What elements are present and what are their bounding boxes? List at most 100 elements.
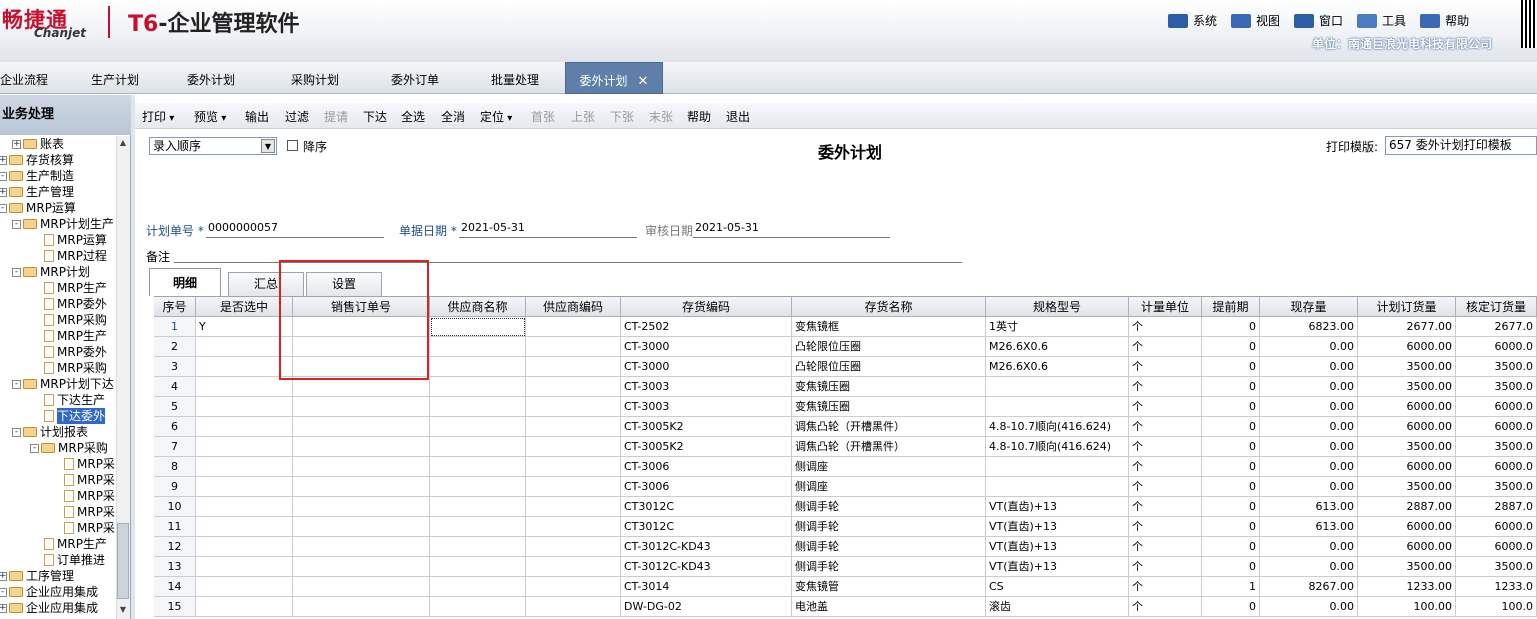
expand-toggle-icon[interactable]: - [12,267,21,277]
menu-tools[interactable]: 工具 [1357,12,1406,29]
expand-toggle-icon[interactable]: - [12,427,21,437]
table-cell[interactable]: 侧调手轮 [792,497,986,517]
tree-item[interactable]: MRP委外 [44,296,107,312]
descending-checkbox[interactable] [287,140,298,151]
subtab-detail[interactable]: 明细 [149,268,221,296]
expand-toggle-icon[interactable]: - [30,443,39,453]
table-cell[interactable]: VT(直齿)+13 [986,537,1129,557]
table-cell[interactable]: 4.8-10.7顺向(416.624) [986,437,1129,457]
column-header[interactable]: 规格型号 [986,297,1129,317]
table-cell[interactable] [293,557,430,577]
table-cell[interactable] [196,457,293,477]
table-cell[interactable]: 0 [1202,537,1260,557]
table-cell[interactable]: CT-3006 [621,457,792,477]
table-cell[interactable]: 0.00 [1260,477,1358,497]
help-icon[interactable] [1420,13,1441,28]
table-cell[interactable]: 3500.00 [1358,477,1456,497]
table-cell[interactable]: 1英寸 [986,317,1129,337]
menu-help[interactable]: 帮助 [1420,12,1469,29]
table-cell[interactable]: 6000.00 [1358,517,1456,537]
expand-toggle-icon[interactable]: + [0,571,7,581]
tree-item[interactable]: MRP采购 [44,360,107,376]
tree-item[interactable]: MRP委外 [44,344,107,360]
table-cell[interactable]: 8267.00 [1260,577,1358,597]
column-header[interactable]: 核定订货量 [1456,297,1537,317]
tools-icon[interactable] [1357,13,1378,28]
tree-item[interactable]: MRP采 [64,472,115,488]
table-cell[interactable]: 6000.00 [1358,397,1456,417]
table-cell[interactable]: CS [986,577,1129,597]
table-cell[interactable]: 0 [1202,477,1260,497]
toolbar-button-0[interactable]: 打印 ▾ [142,108,174,125]
expand-toggle-icon[interactable]: - [0,203,7,213]
table-cell[interactable]: 6000.0 [1456,337,1537,357]
column-header[interactable]: 存货编码 [621,297,792,317]
expand-toggle-icon[interactable]: + [0,603,7,613]
expand-toggle-icon[interactable]: + [0,155,7,165]
column-header[interactable]: 计量单位 [1129,297,1202,317]
table-cell[interactable]: CT-3006 [621,477,792,497]
table-cell[interactable]: 0.00 [1260,557,1358,577]
table-cell[interactable]: 个 [1129,417,1202,437]
tree-item[interactable]: MRP采 [64,488,115,504]
dropdown-arrow-icon[interactable]: ▾ [166,113,174,124]
scrollbar-thumb[interactable] [117,523,129,599]
table-cell[interactable] [293,577,430,597]
table-cell[interactable] [430,337,526,357]
table-cell[interactable]: 侧调座 [792,477,986,497]
table-cell[interactable]: 0 [1202,517,1260,537]
table-cell[interactable] [196,557,293,577]
table-cell[interactable]: 4.8-10.7顺向(416.624) [986,417,1129,437]
table-cell[interactable] [430,377,526,397]
table-cell[interactable]: CT-3005K2 [621,417,792,437]
table-cell[interactable] [526,537,621,557]
table-cell[interactable] [196,537,293,557]
tree-item[interactable]: + 账表 [12,136,64,152]
dropdown-arrow-icon[interactable]: ▾ [218,113,226,124]
table-cell[interactable]: 3500.00 [1358,377,1456,397]
table-cell[interactable]: 3500.00 [1358,357,1456,377]
expand-toggle-icon[interactable]: + [0,187,7,197]
column-header[interactable]: 存货名称 [792,297,986,317]
tree-item[interactable]: MRP生产 [44,328,107,344]
table-cell[interactable]: 个 [1129,597,1202,617]
table-cell[interactable]: 侧调手轮 [792,557,986,577]
table-cell[interactable]: 0 [1202,417,1260,437]
table-cell[interactable]: 0 [1202,357,1260,377]
tree-item[interactable]: - MRP计划生产 [12,216,114,232]
table-cell[interactable]: 侧调手轮 [792,537,986,557]
table-cell[interactable]: 个 [1129,377,1202,397]
table-cell[interactable]: 0 [1202,377,1260,397]
table-cell[interactable]: CT-3000 [621,337,792,357]
table-cell[interactable]: 变焦镜压圈 [792,397,986,417]
table-cell[interactable] [526,317,621,337]
tree-item[interactable]: - 企业应用集成 [0,584,98,600]
table-cell[interactable] [293,537,430,557]
table-cell[interactable]: 613.00 [1260,497,1358,517]
plan-no-field[interactable]: 0000000057 [206,220,384,238]
table-cell[interactable] [196,517,293,537]
table-cell[interactable]: 个 [1129,317,1202,337]
toolbar-button-13[interactable]: 帮助 [687,108,711,125]
column-header[interactable]: 供应商编码 [526,297,621,317]
scroll-up-icon[interactable]: ▲ [116,136,130,150]
expand-toggle-icon[interactable]: - [12,379,21,389]
table-cell[interactable] [293,437,430,457]
table-cell[interactable]: 0 [1202,337,1260,357]
tree-item[interactable]: MRP采购 [44,312,107,328]
table-cell[interactable]: 滚齿 [986,597,1129,617]
table-cell[interactable]: 6000.0 [1456,517,1537,537]
table-cell[interactable]: CT-3005K2 [621,437,792,457]
table-cell[interactable]: M26.6X0.6 [986,337,1129,357]
table-cell[interactable] [526,397,621,417]
table-cell[interactable]: 0 [1202,317,1260,337]
tree-item[interactable]: 订单推进 [44,552,105,568]
tree-item[interactable]: 下达委外 [44,408,106,424]
table-cell[interactable] [526,357,621,377]
table-cell[interactable]: 100.00 [1358,597,1456,617]
table-cell[interactable]: 个 [1129,577,1202,597]
table-cell[interactable] [430,597,526,617]
table-cell[interactable] [430,537,526,557]
table-cell[interactable]: 6000.00 [1358,337,1456,357]
menu-system[interactable]: 系统 [1168,12,1217,29]
